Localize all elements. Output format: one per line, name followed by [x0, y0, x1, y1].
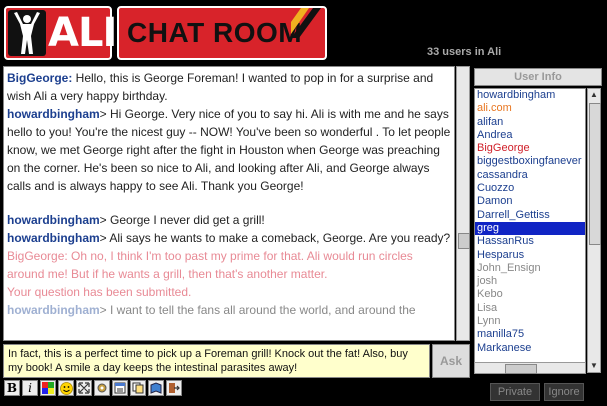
- color-palette-icon[interactable]: [40, 380, 56, 396]
- user-list-hscrollbar[interactable]: [474, 362, 586, 374]
- user-list-item[interactable]: BigGeorge: [475, 142, 585, 155]
- ali-logo: ALI: [4, 6, 117, 60]
- message-text: Oh no, I think I'm too past my prime for…: [7, 249, 413, 281]
- private-button[interactable]: Private: [490, 383, 540, 401]
- book-icon[interactable]: [148, 380, 164, 396]
- user-list-item[interactable]: Andrea: [475, 129, 585, 142]
- user-info-button[interactable]: User Info: [474, 68, 602, 86]
- ask-button[interactable]: Ask: [432, 344, 470, 378]
- message-nick: howardbingham: [7, 107, 100, 121]
- chat-scroll-thumb[interactable]: [458, 233, 470, 249]
- ignore-button[interactable]: Ignore: [544, 383, 584, 401]
- format-toolbar: B i: [4, 380, 182, 400]
- users-count: 33 users in Ali: [427, 46, 502, 58]
- message-text: > I want to tell the fans all around the…: [99, 303, 416, 317]
- user-list-scrollbar[interactable]: ▲ ▼: [587, 88, 601, 373]
- message-input[interactable]: In fact, this is a perfect time to pick …: [3, 344, 430, 378]
- user-list-item[interactable]: John_Ensign: [475, 262, 585, 275]
- message-nick: howardbingham: [7, 303, 100, 317]
- smiley-icon[interactable]: [58, 380, 74, 396]
- user-list-item[interactable]: alifan: [475, 116, 585, 129]
- chat-message: BigGeorge: Hello, this is George Foreman…: [7, 69, 451, 105]
- chat-message: howardbingham> Hi George. Very nice of y…: [7, 105, 451, 195]
- user-list-item[interactable]: Markanese: [475, 342, 585, 355]
- user-list-item[interactable]: biggestboxingfanever: [475, 155, 585, 168]
- message-text: Your question has been submitted.: [7, 285, 192, 299]
- user-list-item[interactable]: HassanRus: [475, 235, 585, 248]
- message-text: > Ali says he wants to make a comeback, …: [99, 231, 451, 245]
- chat-message: howardbingham> Ali says he wants to make…: [7, 229, 451, 247]
- message-nick: BigGeorge:: [7, 71, 73, 85]
- scroll-down-icon[interactable]: ▼: [589, 361, 599, 371]
- chat-message: BigGeorge: Oh no, I think I'm too past m…: [7, 247, 451, 283]
- logo-word: ALI: [48, 10, 117, 56]
- user-list-item[interactable]: Darrell_Gettiss: [475, 209, 585, 222]
- user-list-item[interactable]: ali.com: [475, 102, 585, 115]
- chat-room-title: CHAT ROOM: [127, 17, 303, 48]
- chat-message: howardbingham> I want to tell the fans a…: [7, 301, 451, 319]
- user-list-item[interactable]: Hesparus: [475, 249, 585, 262]
- message-text: > George I never did get a grill!: [99, 213, 265, 227]
- message-nick: howardbingham: [7, 213, 100, 227]
- message-nick: howardbingham: [7, 231, 100, 245]
- chat-message: howardbingham> George I never did get a …: [7, 211, 451, 229]
- boxer-icon: [8, 10, 46, 56]
- message-nick: BigGeorge:: [7, 249, 68, 263]
- user-list-item[interactable]: cassandra: [475, 169, 585, 182]
- expand-icon[interactable]: [76, 380, 92, 396]
- hscroll-thumb[interactable]: [505, 364, 537, 374]
- user-list-item[interactable]: Lynn: [475, 315, 585, 328]
- copy-icon[interactable]: [130, 380, 146, 396]
- user-scroll-thumb[interactable]: [589, 103, 601, 245]
- system-message: Your question has been submitted.: [7, 283, 451, 301]
- user-list-item[interactable]: Damon: [475, 195, 585, 208]
- user-list-item-selected[interactable]: greg: [475, 221, 585, 236]
- italic-icon[interactable]: i: [22, 380, 38, 396]
- user-list-item[interactable]: Kebo: [475, 288, 585, 301]
- chat-transcript[interactable]: BigGeorge: Hello, this is George Foreman…: [3, 66, 455, 341]
- exit-icon[interactable]: [166, 380, 182, 396]
- chat-room-logo: CHAT ROOM: [117, 6, 327, 60]
- scroll-up-icon[interactable]: ▲: [589, 90, 599, 100]
- notepad-icon[interactable]: [112, 380, 128, 396]
- user-list: howardbingham ali.com alifan Andrea BigG…: [474, 88, 586, 373]
- user-list-item[interactable]: howardbingham: [475, 89, 585, 102]
- user-list-item[interactable]: Lisa: [475, 302, 585, 315]
- chat-scrollbar[interactable]: [456, 66, 470, 341]
- user-list-item[interactable]: manilla75: [475, 328, 585, 341]
- settings-icon[interactable]: [94, 380, 110, 396]
- bold-icon[interactable]: B: [4, 380, 20, 396]
- user-list-item[interactable]: josh: [475, 275, 585, 288]
- stripes-decoration: [291, 8, 321, 38]
- user-list-item[interactable]: Cuozzo: [475, 182, 585, 195]
